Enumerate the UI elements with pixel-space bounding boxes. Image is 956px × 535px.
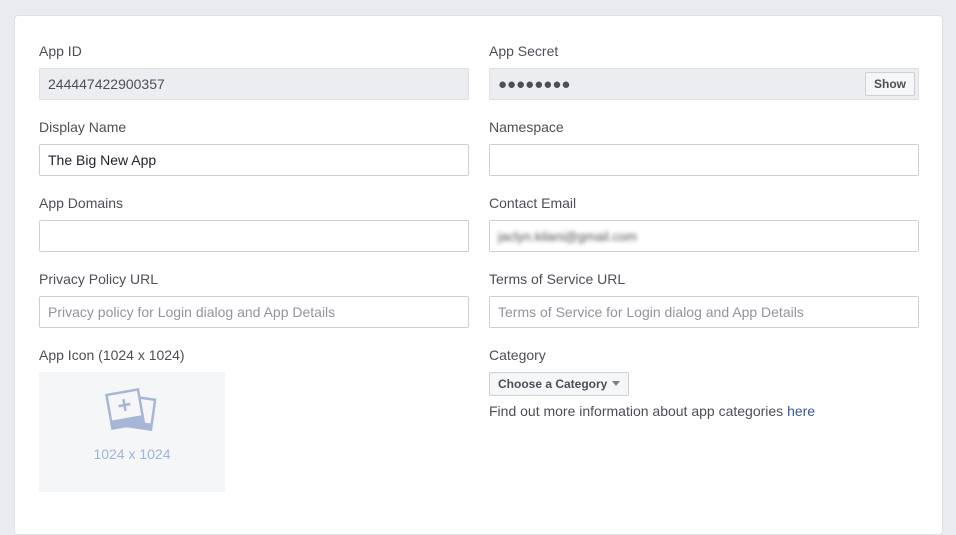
namespace-field-group: Namespace xyxy=(489,118,919,176)
privacy-policy-label: Privacy Policy URL xyxy=(39,271,159,287)
app-icon-label: App Icon (1024 x 1024) xyxy=(39,347,185,363)
category-dropdown[interactable]: Choose a Category xyxy=(489,372,630,396)
contact-email-label: Contact Email xyxy=(489,195,577,211)
terms-of-service-field-group: Terms of Service URL Terms of Service fo… xyxy=(489,270,919,328)
display-name-value: The Big New App xyxy=(48,152,157,168)
namespace-input[interactable] xyxy=(489,144,919,176)
privacy-policy-field-group: Privacy Policy URL Privacy policy for Lo… xyxy=(39,270,469,328)
app-icon-size-text: 1024 x 1024 xyxy=(93,446,171,462)
terms-of-service-url-input[interactable]: Terms of Service for Login dialog and Ap… xyxy=(489,296,919,328)
category-selected: Choose a Category xyxy=(498,377,608,391)
contact-email-field-group: Contact Email jaclyn.kilani@gmail.com xyxy=(489,194,919,252)
app-secret-masked-value: ●●●●●●●● xyxy=(498,76,571,93)
terms-of-service-placeholder: Terms of Service for Login dialog and Ap… xyxy=(498,304,804,320)
category-help-label: Find out more information about app cate… xyxy=(489,403,788,419)
category-label: Category xyxy=(489,347,546,363)
privacy-policy-url-input[interactable]: Privacy policy for Login dialog and App … xyxy=(39,296,469,328)
app-icon-field-group: App Icon (1024 x 1024) 1024 x 1024 xyxy=(39,346,469,492)
category-field-group: Category Choose a Category Find out more… xyxy=(489,346,919,420)
contact-email-input[interactable]: jaclyn.kilani@gmail.com xyxy=(489,220,919,252)
app-domains-field-group: App Domains xyxy=(39,194,469,252)
app-id-value: 244447422900357 xyxy=(48,76,165,92)
app-id-label: App ID xyxy=(39,43,82,59)
terms-of-service-label: Terms of Service URL xyxy=(489,271,626,287)
app-id-field[interactable]: 244447422900357 xyxy=(39,68,469,100)
app-secret-label: App Secret xyxy=(489,43,559,59)
category-help-link[interactable]: here xyxy=(787,403,815,419)
app-domains-label: App Domains xyxy=(39,195,124,211)
app-secret-field-group: App Secret ●●●●●●●● Show xyxy=(489,42,919,100)
basic-settings-panel: App ID 244447422900357 App Secret ●●●●●●… xyxy=(14,15,943,535)
display-name-label: Display Name xyxy=(39,119,127,135)
display-name-input[interactable]: The Big New App xyxy=(39,144,469,176)
display-name-field-group: Display Name The Big New App xyxy=(39,118,469,176)
category-help-text: Find out more information about app cate… xyxy=(489,402,919,420)
app-id-field-group: App ID 244447422900357 xyxy=(39,42,469,100)
show-secret-button[interactable]: Show xyxy=(865,72,915,96)
contact-email-value: jaclyn.kilani@gmail.com xyxy=(498,229,637,244)
add-photo-icon xyxy=(105,388,157,431)
privacy-policy-placeholder: Privacy policy for Login dialog and App … xyxy=(48,304,336,320)
app-secret-field[interactable]: ●●●●●●●● Show xyxy=(489,68,919,100)
app-icon-upload[interactable]: 1024 x 1024 xyxy=(39,372,225,492)
namespace-label: Namespace xyxy=(489,119,564,135)
chevron-down-icon xyxy=(612,381,621,386)
app-domains-input[interactable] xyxy=(39,220,469,252)
